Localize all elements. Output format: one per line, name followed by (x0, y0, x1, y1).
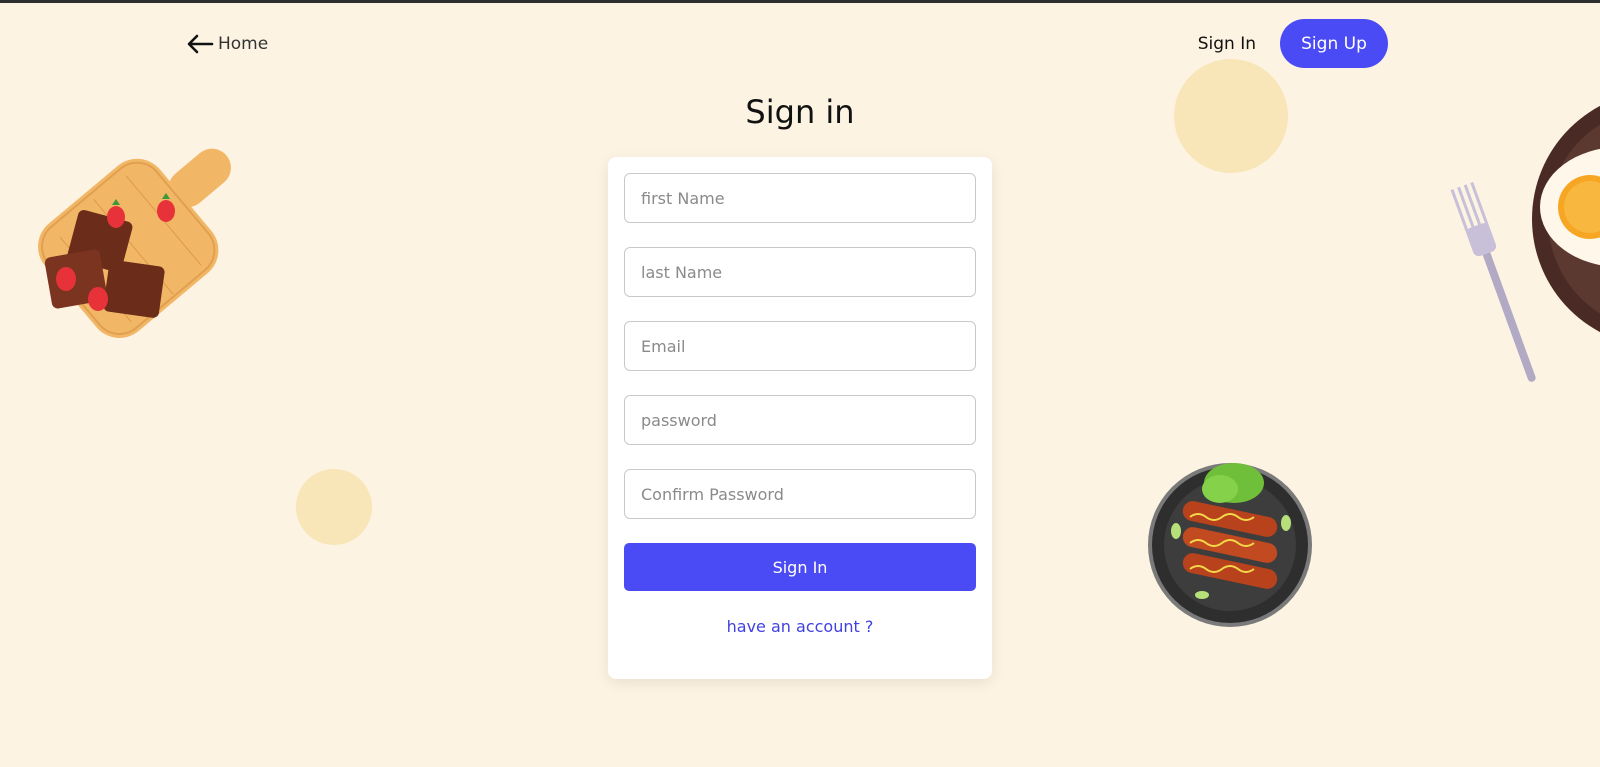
nav-signup-button[interactable]: Sign Up (1280, 19, 1388, 68)
first-name-input[interactable] (624, 173, 976, 223)
home-link-label: Home (218, 34, 269, 54)
home-link[interactable]: Home (186, 33, 268, 55)
nav-signin-link[interactable]: Sign In (1198, 34, 1256, 54)
have-account-link[interactable]: have an account ? (624, 617, 976, 636)
auth-nav: Sign In Sign Up (1198, 19, 1388, 68)
page-title: Sign in (745, 93, 855, 131)
signin-form-card: Sign In have an account ? (608, 157, 992, 679)
sausage-plate-illustration (1148, 463, 1312, 627)
confirm-password-input[interactable] (624, 469, 976, 519)
signin-submit-button[interactable]: Sign In (624, 543, 976, 591)
last-name-input[interactable] (624, 247, 976, 297)
decor-circle-left (296, 469, 372, 545)
email-input[interactable] (624, 321, 976, 371)
brownies-board-illustration (38, 148, 231, 338)
password-input[interactable] (624, 395, 976, 445)
arrow-left-icon (186, 33, 214, 55)
